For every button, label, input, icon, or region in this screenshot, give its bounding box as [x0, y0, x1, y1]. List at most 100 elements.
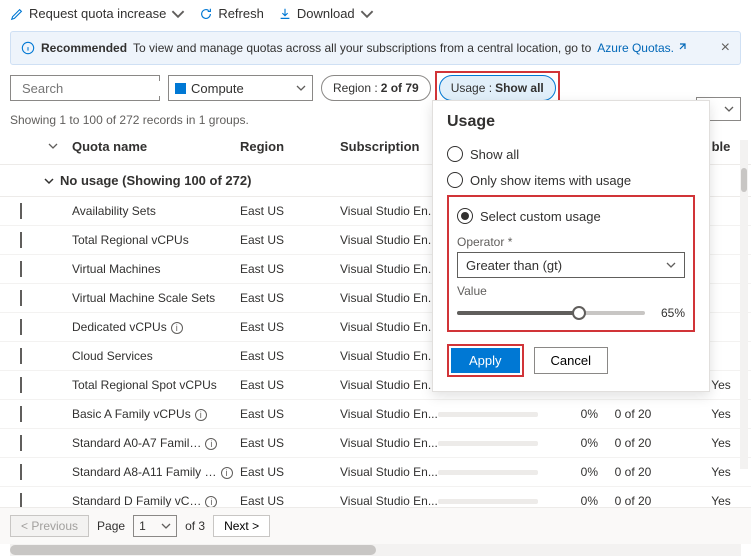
row-checkbox[interactable] — [20, 290, 22, 306]
refresh-icon — [199, 7, 213, 21]
row-checkbox[interactable] — [20, 406, 22, 422]
close-icon[interactable]: × — [721, 39, 730, 57]
horizontal-scrollbar[interactable] — [10, 544, 741, 556]
adjustable-cell: Yes — [701, 494, 741, 507]
banner-title: Recommended — [41, 41, 127, 55]
banner-text: To view and manage quotas across all you… — [133, 41, 591, 55]
row-checkbox[interactable] — [20, 261, 22, 277]
usage-bar — [438, 412, 538, 417]
chevron-down-icon — [360, 7, 374, 21]
slider-thumb[interactable] — [572, 306, 586, 320]
radio-custom-usage[interactable]: Select custom usage — [457, 203, 685, 229]
chevron-down-icon — [171, 7, 185, 21]
subscription-cell: Visual Studio En... — [340, 349, 438, 363]
col-subscription[interactable]: Subscription — [340, 139, 438, 154]
chevron-down-icon — [724, 104, 734, 114]
table-row[interactable]: Standard A8-A11 Family …iEast USVisual S… — [0, 458, 751, 487]
request-quota-button[interactable]: Request quota increase — [10, 6, 185, 21]
usage-filter-pill[interactable]: Usage : Show all — [439, 75, 556, 101]
operator-select[interactable]: Greater than (gt) — [457, 252, 685, 278]
quota-name: Total Regional Spot vCPUs — [72, 378, 240, 392]
download-icon — [278, 7, 292, 21]
subscription-cell: Visual Studio En... — [340, 465, 438, 479]
table-row[interactable]: Standard D Family vC…iEast USVisual Stud… — [0, 487, 751, 507]
row-checkbox[interactable] — [20, 493, 22, 507]
region-cell: East US — [240, 378, 340, 392]
row-checkbox[interactable] — [20, 435, 22, 451]
subscription-cell: Visual Studio En... — [340, 204, 438, 218]
radio-icon — [457, 208, 473, 224]
recommendation-banner: Recommended To view and manage quotas ac… — [10, 31, 741, 65]
quota-name: Virtual Machine Scale Sets — [72, 291, 240, 305]
external-link-icon — [677, 42, 687, 52]
radio-icon — [447, 172, 463, 188]
quota-name: Standard A0-A7 Famil…i — [72, 436, 240, 450]
row-checkbox[interactable] — [20, 348, 22, 364]
adjustable-cell: Yes — [701, 436, 741, 450]
region-cell: East US — [240, 233, 340, 247]
quota-cell: 0 of 20 — [598, 465, 668, 479]
radio-with-usage[interactable]: Only show items with usage — [447, 167, 695, 193]
table-row[interactable]: Basic A Family vCPUsiEast USVisual Studi… — [0, 400, 751, 429]
region-cell: East US — [240, 262, 340, 276]
slider-value: 65% — [655, 306, 685, 320]
row-checkbox[interactable] — [20, 232, 22, 248]
prev-page-button[interactable]: < Previous — [10, 515, 89, 537]
quota-cell: 0 of 20 — [598, 494, 668, 507]
col-quota-name[interactable]: Quota name — [72, 139, 240, 154]
subscription-cell: Visual Studio En... — [340, 407, 438, 421]
info-icon[interactable]: i — [205, 438, 217, 450]
subscription-cell: Visual Studio En... — [340, 494, 438, 507]
download-button[interactable]: Download — [278, 6, 374, 21]
row-checkbox[interactable] — [20, 464, 22, 480]
adjustable-cell: Yes — [701, 465, 741, 479]
chevron-down-icon[interactable] — [48, 141, 58, 151]
row-checkbox[interactable] — [20, 377, 22, 393]
cancel-button[interactable]: Cancel — [534, 347, 608, 374]
label: Download — [297, 6, 355, 21]
next-page-button[interactable]: Next > — [213, 515, 270, 537]
search-input[interactable] — [10, 75, 160, 101]
value-slider[interactable] — [457, 311, 645, 315]
subscription-cell: Visual Studio En... — [340, 291, 438, 305]
info-icon[interactable]: i — [171, 322, 183, 334]
row-checkbox[interactable] — [20, 203, 22, 219]
info-icon[interactable]: i — [195, 409, 207, 421]
region-cell: East US — [240, 349, 340, 363]
page-input[interactable]: 1 — [133, 515, 177, 537]
region-cell: East US — [240, 494, 340, 507]
subscription-cell: Visual Studio En... — [340, 378, 438, 392]
usage-filter-flyout: Usage Show all Only show items with usag… — [432, 100, 710, 392]
info-icon[interactable]: i — [221, 467, 233, 479]
row-checkbox[interactable] — [20, 319, 22, 335]
adjustable-cell: Yes — [701, 407, 741, 421]
pencil-icon — [10, 7, 24, 21]
provider-select[interactable]: Compute — [168, 75, 313, 101]
radio-show-all[interactable]: Show all — [447, 141, 695, 167]
command-bar: Request quota increase Refresh Download — [0, 0, 751, 27]
region-filter-pill[interactable]: Region : 2 of 79 — [321, 75, 431, 101]
info-icon[interactable]: i — [205, 496, 217, 507]
value-label: Value — [457, 284, 685, 298]
label: Refresh — [218, 6, 264, 21]
col-region[interactable]: Region — [240, 139, 340, 154]
region-cell: East US — [240, 407, 340, 421]
highlight-annotation: Apply — [447, 344, 524, 377]
compute-icon — [175, 83, 186, 94]
usage-bar — [438, 470, 538, 475]
chevron-down-icon — [666, 260, 676, 270]
region-cell: East US — [240, 320, 340, 334]
region-cell: East US — [240, 436, 340, 450]
radio-icon — [447, 146, 463, 162]
pct-cell: 0% — [548, 494, 598, 507]
refresh-button[interactable]: Refresh — [199, 6, 264, 21]
region-cell: East US — [240, 204, 340, 218]
subscription-cell: Visual Studio En... — [340, 320, 438, 334]
quota-name: Dedicated vCPUsi — [72, 320, 240, 334]
vertical-scrollbar[interactable] — [740, 140, 748, 469]
apply-button[interactable]: Apply — [451, 348, 520, 373]
table-row[interactable]: Standard A0-A7 Famil…iEast USVisual Stud… — [0, 429, 751, 458]
azure-quotas-link[interactable]: Azure Quotas. — [597, 41, 687, 55]
usage-bar — [438, 441, 538, 446]
pct-cell: 0% — [548, 407, 598, 421]
